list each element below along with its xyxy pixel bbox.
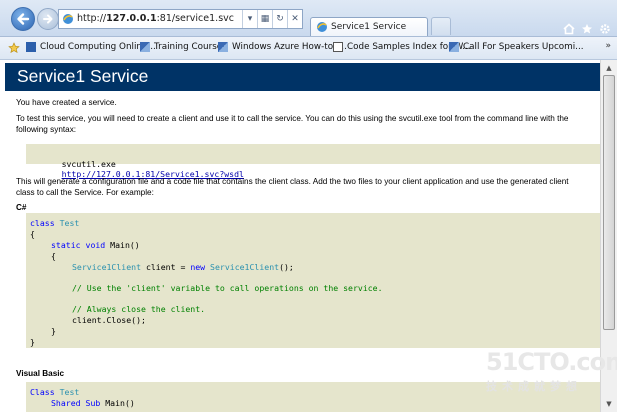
forward-arrow-icon: [43, 14, 53, 24]
svcutil-command-box: svcutil.exe http://127.0.0.1:81/Service1…: [26, 144, 600, 179]
tab-label: Service1 Service: [331, 22, 407, 32]
favorite-label: Cloud Computing Online...: [40, 42, 156, 52]
code-line: }: [30, 337, 35, 347]
stop-icon[interactable]: ✕: [287, 10, 302, 28]
favorite-call-for-speakers[interactable]: Call For Speakers Upcomi...: [449, 42, 584, 52]
instruction-text-line2: following syntax:: [16, 125, 77, 134]
code-comment: // Always close the client.: [72, 304, 206, 314]
tab-service1[interactable]: Service1 Service: [310, 17, 428, 36]
favorite-label: Call For Speakers Upcomi...: [463, 42, 584, 52]
code-line: {: [51, 251, 56, 261]
add-favorite-star-icon[interactable]: [8, 42, 20, 54]
refresh-icon[interactable]: ↻: [272, 10, 287, 28]
page-heading-bar: Service1 Service: [5, 63, 600, 91]
code-comment: // Use the 'client' variable to call ope…: [72, 283, 383, 293]
forward-button[interactable]: [37, 8, 59, 30]
tools-gear-icon[interactable]: [599, 20, 611, 34]
link-arrows-icon: [218, 42, 228, 52]
code-line: Class Test: [30, 387, 80, 397]
favorite-label: Training Courses: [154, 42, 227, 52]
watermark-sub: 技术成就梦想: [486, 380, 582, 393]
scroll-down-arrow-icon[interactable]: ▼: [603, 398, 615, 410]
search-dropdown-icon[interactable]: ▾: [242, 10, 257, 28]
address-url[interactable]: http://127.0.0.1:81/service1.svc: [77, 13, 234, 24]
vb-heading: Visual Basic: [16, 369, 65, 378]
code-line: class Test: [30, 218, 80, 228]
code-line: }: [51, 326, 56, 336]
ie-tab-icon: [317, 22, 327, 32]
browser-toolbar: http://127.0.0.1:81/service1.svc ▾ ▦ ↻ ✕…: [0, 0, 617, 37]
favorites-bar: Cloud Computing Online... Training Cours…: [0, 37, 617, 60]
favorite-windows-azure[interactable]: Windows Azure How-to I...: [218, 42, 347, 52]
code-line: Service1Client client = new Service1Clie…: [72, 262, 294, 272]
code-page-icon: [333, 42, 343, 52]
scroll-up-arrow-icon[interactable]: ▲: [603, 62, 615, 74]
favorite-label: Windows Azure How-to I...: [232, 42, 347, 52]
watermark-main: 51CTO.com: [486, 348, 617, 376]
code-line: Shared Sub Main(): [51, 398, 135, 408]
code-line: static void Main(): [51, 240, 140, 250]
new-tab-button[interactable]: [431, 17, 451, 35]
favorites-overflow-chevron-icon[interactable]: »: [605, 41, 611, 51]
scrollbar-thumb[interactable]: [603, 75, 615, 330]
code-line: client.Close();: [72, 315, 146, 325]
instruction-text-line1: To test this service, you will need to c…: [16, 114, 569, 123]
generate-text-line1: This will generate a configuration file …: [16, 177, 569, 186]
intro-text: You have created a service.: [16, 98, 117, 107]
link-arrows-icon: [140, 42, 150, 52]
generate-text-line2: class to call the Service. For example:: [16, 188, 154, 197]
svcutil-command: svcutil.exe: [61, 159, 116, 169]
link-arrows-icon: [449, 42, 459, 52]
page-title: Service1 Service: [17, 66, 149, 86]
site-watermark: 51CTO.com 技术成就梦想: [486, 348, 617, 393]
favorite-training-courses[interactable]: Training Courses: [140, 42, 227, 52]
compatibility-view-icon[interactable]: ▦: [257, 10, 272, 28]
home-icon[interactable]: [563, 20, 575, 35]
favorite-cloud-computing[interactable]: Cloud Computing Online...: [26, 42, 156, 52]
address-bar[interactable]: http://127.0.0.1:81/service1.svc ▾ ▦ ↻ ✕: [58, 9, 303, 29]
csharp-heading: C#: [16, 203, 27, 212]
code-line: {: [30, 229, 35, 239]
back-arrow-icon: [17, 13, 30, 25]
csharp-code-block: class Test { static void Main() { Servic…: [26, 213, 600, 348]
ie-page-icon: [63, 14, 73, 24]
back-button[interactable]: [11, 7, 35, 31]
ms-learning-icon: [26, 42, 36, 52]
favorites-star-icon[interactable]: [581, 20, 593, 34]
